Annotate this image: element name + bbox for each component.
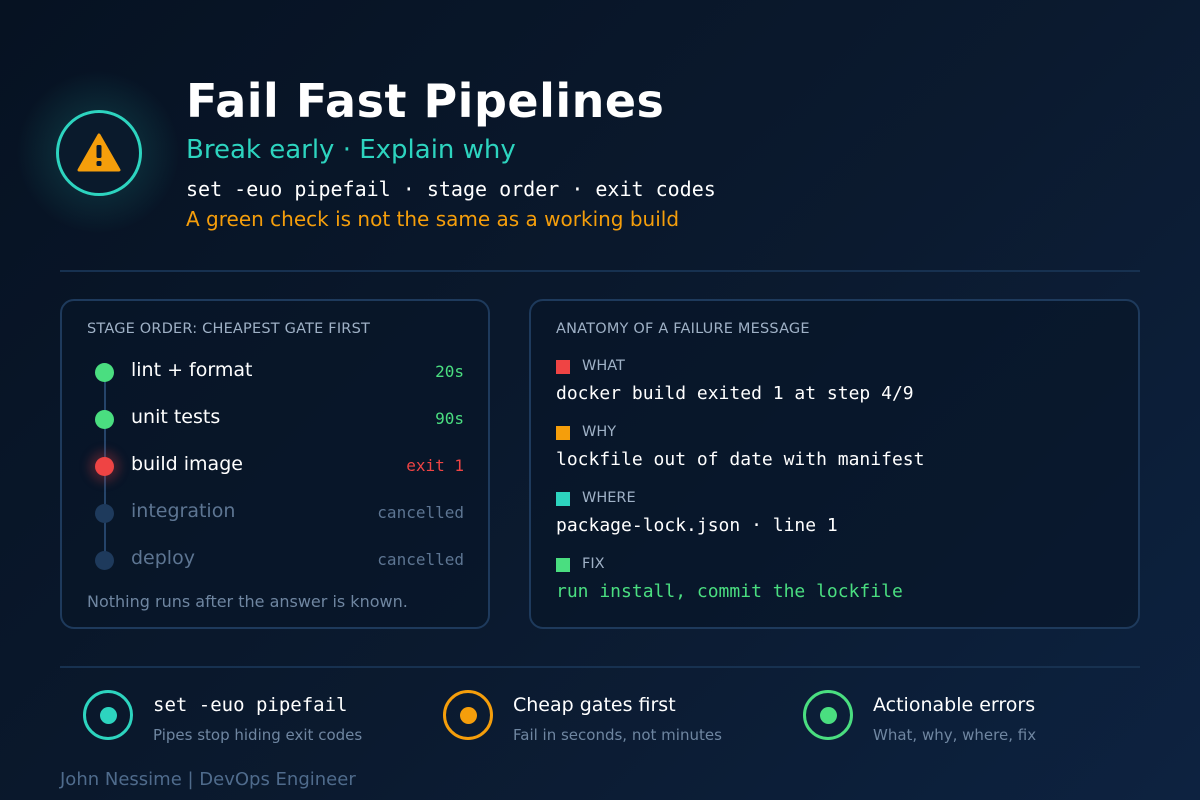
- stage-footnote: Nothing runs after the answer is known.: [87, 592, 408, 611]
- stage-row-deploy[interactable]: deploy cancelled: [62, 545, 488, 575]
- stage-result: cancelled: [377, 550, 464, 569]
- anatomy-item-why: WHY lockfile out of date with manifest: [556, 423, 1116, 470]
- stage-result: 90s: [435, 409, 464, 428]
- what-marker: [556, 360, 570, 374]
- tip-dot: [820, 707, 837, 724]
- tip-subtitle: Pipes stop hiding exit codes: [153, 726, 363, 744]
- anatomy-label: WHERE: [582, 490, 636, 506]
- anatomy-item-where: WHERE package-lock.json · line 1: [556, 489, 1116, 536]
- page-subtitle: Break early · Explain why: [186, 135, 516, 165]
- status-dot-passed: [95, 363, 114, 382]
- anatomy-item-fix: FIX run install, commit the lockfile: [556, 555, 1116, 602]
- anatomy-heading: ANATOMY OF A FAILURE MESSAGE: [556, 321, 810, 337]
- tip-dot: [460, 707, 477, 724]
- status-dot-failed: [95, 457, 114, 476]
- header-divider: [60, 270, 1140, 272]
- tip-ring-icon: [83, 690, 133, 740]
- hero-ring: [56, 110, 142, 196]
- status-dot-cancelled: [95, 504, 114, 523]
- anatomy-label: WHAT: [582, 358, 625, 374]
- command-line: set -euo pipefail · stage order · exit c…: [186, 177, 716, 201]
- tip-dot: [100, 707, 117, 724]
- stage-name: build image: [131, 453, 243, 475]
- hero-badge: [16, 70, 180, 234]
- anatomy-value: package-lock.json · line 1: [556, 515, 838, 536]
- tip-title: Actionable errors: [873, 694, 1036, 716]
- stage-result: cancelled: [377, 503, 464, 522]
- stage-row-unit-tests[interactable]: unit tests 90s: [62, 404, 488, 434]
- warning-triangle-icon: [77, 133, 121, 172]
- stage-name: integration: [131, 500, 236, 522]
- stage-name: deploy: [131, 547, 195, 569]
- stage-result: 20s: [435, 362, 464, 381]
- stage-order-panel: STAGE ORDER: CHEAPEST GATE FIRST lint + …: [60, 299, 490, 629]
- stage-row-lint[interactable]: lint + format 20s: [62, 357, 488, 387]
- anatomy-value: run install, commit the lockfile: [556, 581, 903, 602]
- tip-title: set -euo pipefail: [153, 694, 348, 716]
- anatomy-item-what: WHAT docker build exited 1 at step 4/9: [556, 357, 1116, 404]
- stage-row-integration[interactable]: integration cancelled: [62, 498, 488, 528]
- stage-name: lint + format: [131, 359, 253, 381]
- anatomy-value: docker build exited 1 at step 4/9: [556, 383, 914, 404]
- stage-row-build-image[interactable]: build image exit 1: [62, 451, 488, 481]
- stage-order-heading: STAGE ORDER: CHEAPEST GATE FIRST: [87, 321, 371, 337]
- anatomy-value: lockfile out of date with manifest: [556, 449, 925, 470]
- stage-result: exit 1: [406, 456, 464, 475]
- footer-divider: [60, 666, 1140, 668]
- why-marker: [556, 426, 570, 440]
- anatomy-label: WHY: [582, 424, 617, 440]
- tip-ring-icon: [443, 690, 493, 740]
- page-title: Fail Fast Pipelines: [186, 74, 665, 128]
- where-marker: [556, 492, 570, 506]
- tip-ring-icon: [803, 690, 853, 740]
- tip-subtitle: Fail in seconds, not minutes: [513, 726, 722, 744]
- author-credit: John Nessime | DevOps Engineer: [60, 769, 356, 790]
- status-dot-passed: [95, 410, 114, 429]
- stage-name: unit tests: [131, 406, 221, 428]
- anatomy-label: FIX: [582, 556, 605, 572]
- status-dot-cancelled: [95, 551, 114, 570]
- tip-title: Cheap gates first: [513, 694, 676, 716]
- tip-subtitle: What, why, where, fix: [873, 726, 1037, 744]
- warning-tagline: A green check is not the same as a worki…: [186, 207, 680, 231]
- failure-anatomy-panel: ANATOMY OF A FAILURE MESSAGE WHAT docker…: [529, 299, 1140, 629]
- fix-marker: [556, 558, 570, 572]
